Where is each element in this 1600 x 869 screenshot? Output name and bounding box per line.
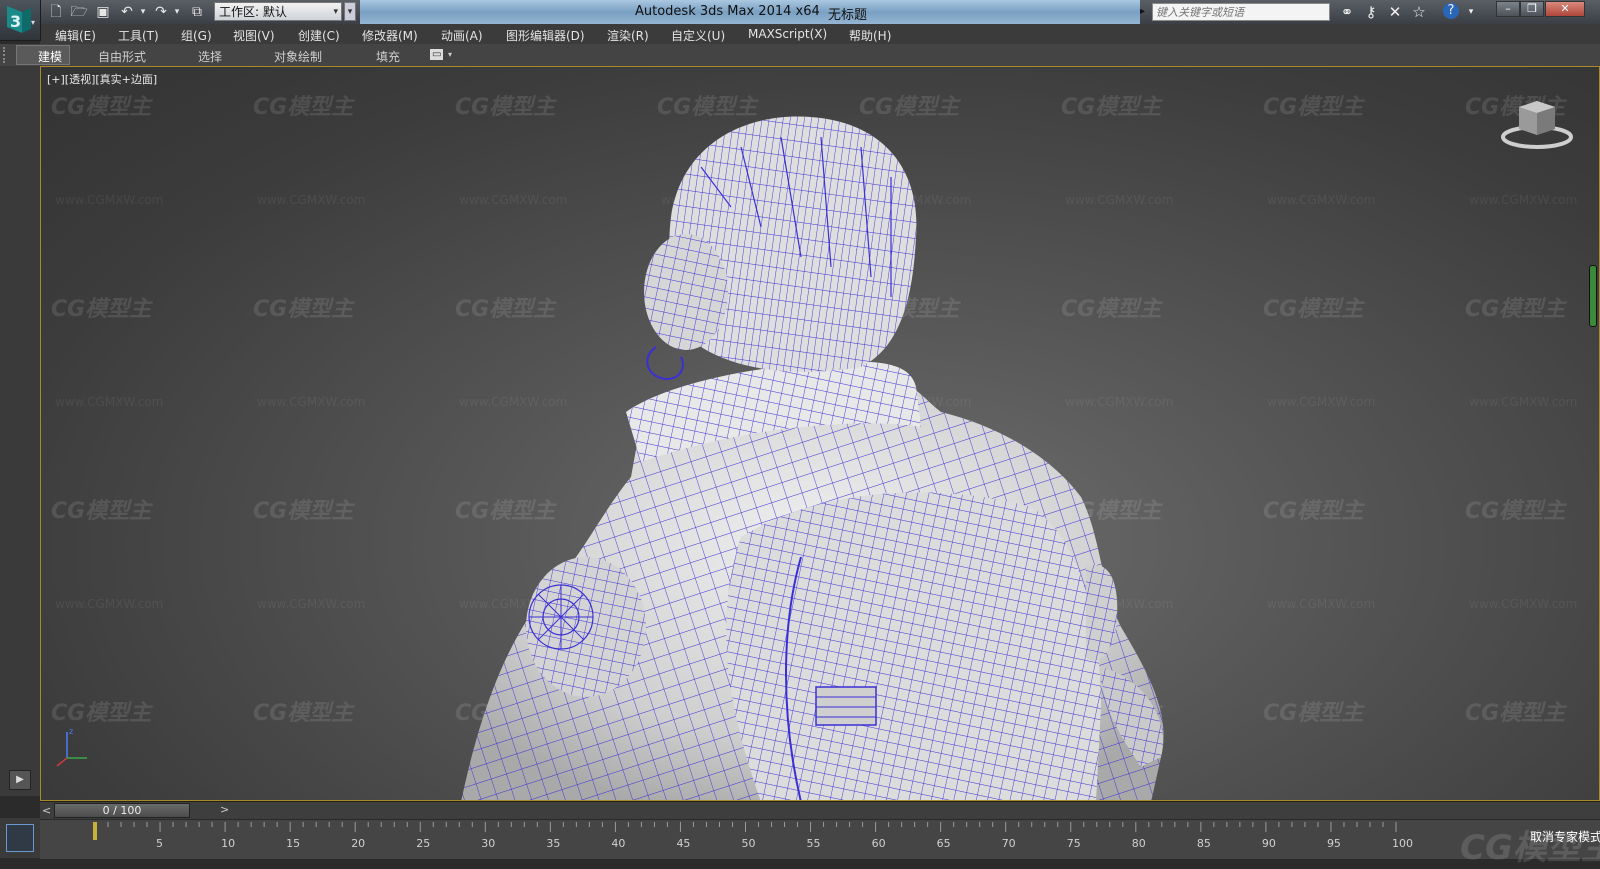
play-panel-toggle[interactable]: ▶	[9, 770, 31, 790]
frame-tick-label: 25	[416, 837, 430, 850]
frame-tick-label: 40	[611, 837, 625, 850]
search-expand-icon[interactable]: ▸	[1140, 3, 1150, 21]
binoculars-icon[interactable]: ⚭	[1338, 3, 1356, 21]
menu-customize[interactable]: 自定义(U)	[671, 27, 725, 44]
viewcube-icon[interactable]	[1497, 93, 1577, 153]
svg-text:3: 3	[10, 12, 21, 31]
character-wireframe-model[interactable]	[41, 67, 1600, 801]
frame-ruler: 5 10 15 20 25 30 35 40 45 50 55 60 65 70 75 80 85 90 95 100	[93, 822, 1413, 850]
mini-listener-area	[0, 818, 40, 858]
open-folder-icon[interactable]: 🗁	[70, 3, 88, 21]
tab-object-paint[interactable]: 对象绘制	[274, 48, 322, 65]
frame-tick-label: 10	[221, 837, 235, 850]
new-file-icon[interactable]: 🗋	[47, 3, 65, 21]
frame-tick-label: 60	[872, 837, 886, 850]
help-dropdown-icon[interactable]: ▾	[1462, 3, 1480, 21]
workspace-label: 工作区: 默认	[219, 5, 287, 19]
perspective-viewport[interactable]: CG模型主 www.CGMXW.com CG模型主 www.CGMXW.com CG模型…	[40, 66, 1600, 801]
menu-views[interactable]: 视图(V)	[233, 27, 275, 44]
menu-create[interactable]: 创建(C)	[298, 27, 340, 44]
workspace-dropdown[interactable]: 工作区: 默认 ▾	[214, 2, 342, 21]
frame-tick-label: 100	[1392, 837, 1413, 850]
headphone-mesh	[644, 234, 728, 381]
svg-text:z: z	[69, 727, 73, 736]
communication-center-icon[interactable]: ✕	[1386, 3, 1404, 21]
time-slider-thumb[interactable]: 0 / 100	[54, 803, 190, 818]
search-input[interactable]	[1152, 3, 1330, 21]
left-command-strip	[0, 66, 41, 796]
viewport-scroll-indicator[interactable]	[1589, 265, 1597, 327]
minimize-button[interactable]: –	[1496, 1, 1520, 17]
app-menu-button[interactable]: 3 ▾	[0, 0, 41, 41]
app-title: Autodesk 3ds Max 2014 x64	[635, 4, 820, 19]
document-title: 无标题	[828, 8, 868, 23]
close-button[interactable]: ✕	[1545, 1, 1585, 17]
frame-tick-label: 90	[1262, 837, 1276, 850]
menu-rendering[interactable]: 渲染(R)	[607, 27, 649, 44]
frame-tick-label: 35	[546, 837, 560, 850]
menu-help[interactable]: 帮助(H)	[849, 27, 891, 44]
frame-tick-label: 80	[1132, 837, 1146, 850]
ribbon-tab-bar: 建模 自由形式 选择 对象绘制 填充 ▭ ▾	[0, 44, 1600, 67]
frame-tick-label: 50	[742, 837, 756, 850]
menu-bar: 编辑(E) 工具(T) 组(G) 视图(V) 创建(C) 修改器(M) 动画(A…	[40, 24, 1600, 45]
quick-access-dropdown[interactable]: ▾	[344, 2, 356, 21]
cancel-expert-mode-button[interactable]: 取消专家模式	[1530, 828, 1600, 845]
menu-edit[interactable]: 编辑(E)	[55, 27, 96, 44]
frame-tick-label: 75	[1067, 837, 1081, 850]
menu-maxscript[interactable]: MAXScript(X)	[748, 27, 827, 41]
frame-tick-label: 45	[676, 837, 690, 850]
menu-tools[interactable]: 工具(T)	[118, 27, 159, 44]
star-icon[interactable]: ☆	[1410, 3, 1428, 21]
project-folder-icon[interactable]: ⧉	[188, 3, 206, 21]
3ds-max-logo-icon: 3 ▾	[7, 6, 35, 33]
help-icon[interactable]: ?	[1443, 3, 1459, 19]
frame-tick-label: 20	[351, 837, 365, 850]
frame-tick-label: 70	[1002, 837, 1016, 850]
time-next-button[interactable]: >	[220, 803, 229, 816]
current-frame-marker[interactable]	[93, 822, 97, 840]
redo-dropdown-icon[interactable]: ▾	[168, 3, 186, 21]
time-slider[interactable]: < 0 / 100 >	[40, 801, 1600, 820]
key-icon[interactable]: ⚷	[1362, 3, 1380, 21]
save-icon[interactable]: ▣	[94, 3, 112, 21]
viewport-label[interactable]: [+][透视][真实+边面]	[47, 71, 157, 87]
menu-modifiers[interactable]: 修改器(M)	[362, 27, 418, 44]
svg-text:▾: ▾	[31, 18, 35, 27]
track-bar[interactable]: CG模型主 5 10 15 20 25 30 35 40 45 50 55 60 65 70 75 80 85 9…	[40, 819, 1600, 868]
axis-tripod-icon: z	[56, 727, 87, 767]
backpack-mesh	[726, 492, 1101, 800]
tab-modeling[interactable]: 建模	[38, 48, 62, 65]
menu-animation[interactable]: 动画(A)	[441, 27, 483, 44]
menu-graph-editors[interactable]: 图形编辑器(D)	[506, 27, 585, 44]
ribbon-toggle-icon[interactable]: ▭	[430, 49, 444, 60]
chevron-down-icon: ▾	[333, 7, 338, 17]
menu-group[interactable]: 组(G)	[181, 27, 212, 44]
shoulder-pad-mesh	[526, 557, 646, 697]
frame-tick-label: 65	[937, 837, 951, 850]
tab-selection[interactable]: 选择	[198, 48, 222, 65]
frame-tick-label: 15	[286, 837, 300, 850]
frame-tick-label: 95	[1327, 837, 1341, 850]
tab-freeform[interactable]: 自由形式	[98, 48, 146, 65]
ribbon-grip-icon[interactable]	[3, 47, 9, 63]
frame-tick-label: 30	[481, 837, 495, 850]
maximize-button[interactable]: ❐	[1520, 1, 1544, 17]
chevron-down-icon[interactable]: ▾	[448, 50, 452, 59]
tab-populate[interactable]: 填充	[376, 48, 400, 65]
frame-tick-label: 5	[156, 837, 163, 850]
title-bar: 🗋 🗁 ▣ ↶ ▾ ↷ ▾ ⧉ 工作区: 默认 ▾ ▾ Autodesk 3ds…	[0, 0, 1600, 25]
frame-tick-label: 55	[807, 837, 821, 850]
frame-tick-label: 85	[1197, 837, 1211, 850]
undo-dropdown-icon[interactable]: ▾	[134, 3, 152, 21]
mini-listener-button[interactable]	[6, 824, 34, 852]
time-prev-button[interactable]: <	[42, 804, 51, 817]
